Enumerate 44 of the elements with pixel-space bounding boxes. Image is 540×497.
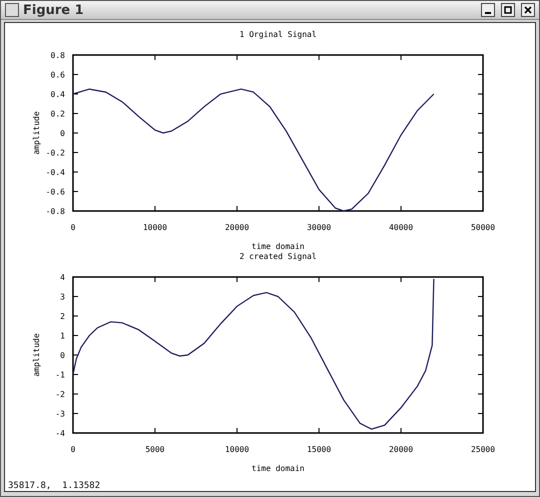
maximize-button[interactable] xyxy=(501,3,515,17)
window-title: Figure 1 xyxy=(23,2,85,18)
tick-label: -1 xyxy=(55,370,65,380)
tick-label: 0 xyxy=(70,223,76,232)
tick-label: 10000 xyxy=(224,445,250,454)
tick-label: 15000 xyxy=(306,445,332,454)
tick-label: -0.6 xyxy=(46,188,65,196)
tick-label: 40000 xyxy=(388,223,414,232)
maximize-icon xyxy=(504,6,512,14)
tick-label: 0.2 xyxy=(50,110,65,118)
tick-label: 1 xyxy=(60,332,65,340)
tick-label: 30000 xyxy=(306,223,332,232)
tick-label: 0 xyxy=(60,129,65,138)
minimize-button[interactable] xyxy=(481,3,495,17)
tick-label: -0.4 xyxy=(46,168,65,177)
close-icon xyxy=(524,6,532,14)
tick-label: 3 xyxy=(60,292,65,302)
tick-label: 4 xyxy=(60,273,65,282)
axis-label: amplitude xyxy=(32,111,41,155)
tick-label: 0.6 xyxy=(50,70,65,80)
tick-label: 50000 xyxy=(470,223,496,232)
tick-label: 10000 xyxy=(142,223,168,232)
axis-label: time domain xyxy=(252,464,304,473)
tick-label: -3 xyxy=(55,410,65,418)
tick-label: 2 xyxy=(60,312,65,321)
tick-label: -0.2 xyxy=(46,148,65,158)
tick-label: 25000 xyxy=(470,445,496,454)
status-coordinates: 35817.8, 1.13582 xyxy=(7,481,102,491)
close-button[interactable] xyxy=(521,3,535,17)
tick-label: 0 xyxy=(70,445,76,454)
tick-label: 0.8 xyxy=(50,51,65,60)
tick-label: -4 xyxy=(55,429,65,438)
chart-title: 2 created Signal xyxy=(239,252,317,261)
axis-label: amplitude xyxy=(32,333,41,377)
tick-label: 20000 xyxy=(224,223,250,232)
chart-title: 1 Orginal Signal xyxy=(239,30,317,39)
tick-label: 20000 xyxy=(388,445,414,454)
tick-label: 0 xyxy=(60,351,65,360)
window-menu-icon[interactable] xyxy=(5,3,19,17)
tick-label: -2 xyxy=(55,390,65,399)
axis-label: time domain xyxy=(252,242,304,251)
tick-label: -0.8 xyxy=(46,207,65,216)
tick-label: 5000 xyxy=(145,445,165,454)
tick-label: 0.4 xyxy=(50,90,65,99)
